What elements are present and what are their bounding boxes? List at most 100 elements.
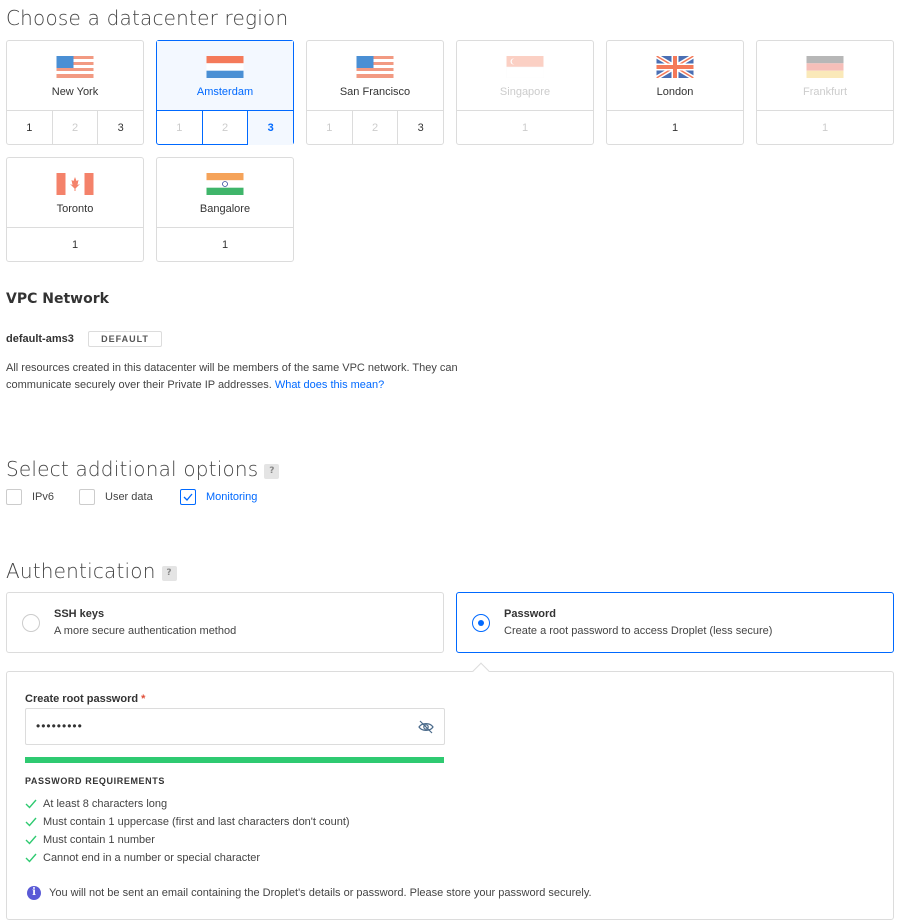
- dc-option: 1: [307, 111, 353, 145]
- in-flag-icon: [206, 173, 244, 195]
- ca-flag-icon: [56, 173, 94, 195]
- region-london[interactable]: London 1: [606, 40, 744, 145]
- requirement-text: Must contain 1 uppercase (first and last…: [43, 816, 350, 828]
- region-name: Amsterdam: [196, 86, 254, 98]
- region-header[interactable]: London: [607, 41, 743, 111]
- dc-option-selected[interactable]: 3: [248, 111, 294, 145]
- region-new-york[interactable]: New York 1 2 3: [6, 40, 144, 145]
- region-header[interactable]: Bangalore: [157, 158, 293, 228]
- password-strength-bar: [25, 757, 444, 763]
- password-label-text: Create root password: [25, 693, 139, 705]
- dc-option[interactable]: 1: [157, 111, 203, 145]
- region-header: Singapore: [457, 41, 593, 111]
- region-header[interactable]: San Francisco: [307, 41, 443, 111]
- dc-option: 2: [353, 111, 399, 145]
- option-monitoring[interactable]: Monitoring: [180, 489, 257, 505]
- requirement-item: Cannot end in a number or special charac…: [25, 849, 350, 867]
- auth-option-subtitle: A more secure authentication method: [54, 625, 237, 637]
- password-field[interactable]: •••••••••: [25, 708, 445, 745]
- password-info-note: i You will not be sent an email containi…: [27, 886, 592, 900]
- radio-button[interactable]: [22, 614, 40, 632]
- option-label: User data: [105, 491, 153, 503]
- region-header: Frankfurt: [757, 41, 893, 111]
- auth-option-title: SSH keys: [54, 608, 105, 620]
- us-flag-icon: [356, 56, 394, 78]
- auth-option-ssh-keys[interactable]: SSH keys A more secure authentication me…: [6, 592, 444, 653]
- region-name: Singapore: [499, 86, 551, 98]
- required-mark: *: [141, 693, 146, 705]
- requirement-text: At least 8 characters long: [43, 798, 168, 810]
- us-flag-icon: [56, 56, 94, 78]
- dc-option[interactable]: 3: [98, 111, 143, 145]
- datacenter-title: Choose a datacenter region: [6, 6, 289, 30]
- auth-option-password[interactable]: Password Create a root password to acces…: [456, 592, 894, 653]
- checkbox[interactable]: [6, 489, 22, 505]
- requirements-list: At least 8 characters long Must contain …: [25, 795, 350, 867]
- dc-option[interactable]: 1: [607, 111, 743, 145]
- dc-option[interactable]: 3: [398, 111, 443, 145]
- default-badge: DEFAULT: [88, 331, 162, 347]
- requirement-text: Must contain 1 number: [43, 834, 155, 846]
- region-name: Frankfurt: [802, 86, 847, 98]
- de-flag-icon: [806, 56, 844, 78]
- region-san-francisco[interactable]: San Francisco 1 2 3: [306, 40, 444, 145]
- help-icon[interactable]: ?: [161, 566, 177, 581]
- auth-option-subtitle: Create a root password to access Droplet…: [504, 625, 773, 637]
- option-label: IPv6: [32, 491, 55, 503]
- auth-title-text: Authentication: [6, 559, 156, 583]
- option-label: Monitoring: [206, 491, 258, 503]
- dc-option: 2: [53, 111, 99, 145]
- requirement-item: Must contain 1 uppercase (first and last…: [25, 813, 350, 831]
- region-name: New York: [51, 86, 99, 98]
- help-icon[interactable]: ?: [264, 464, 280, 479]
- auth-title: Authentication?: [6, 559, 177, 583]
- region-singapore: Singapore 1: [456, 40, 594, 145]
- region-name: Toronto: [56, 203, 94, 215]
- vpc-description-text: All resources created in this datacenter…: [6, 362, 458, 391]
- options-title-text: Select additional options: [6, 457, 259, 481]
- vpc-description: All resources created in this datacenter…: [6, 360, 506, 394]
- region-amsterdam[interactable]: Amsterdam 1 2 3: [156, 40, 294, 145]
- checkbox[interactable]: [79, 489, 95, 505]
- option-ipv6[interactable]: IPv6: [6, 489, 54, 505]
- requirement-text: Cannot end in a number or special charac…: [43, 852, 261, 864]
- vpc-title: VPC Network: [6, 291, 109, 307]
- vpc-network-name: default-ams3: [6, 333, 74, 345]
- eye-slash-icon[interactable]: [418, 720, 434, 734]
- dc-option[interactable]: 1: [7, 111, 53, 145]
- check-icon: [25, 817, 37, 827]
- password-label: Create root password *: [25, 693, 145, 705]
- region-toronto[interactable]: Toronto 1: [6, 157, 144, 262]
- dc-option[interactable]: 2: [203, 111, 249, 145]
- check-icon: [25, 799, 37, 809]
- dc-option: 1: [821, 122, 829, 134]
- region-header[interactable]: New York: [7, 41, 143, 111]
- radio-button-selected[interactable]: [472, 614, 490, 632]
- check-icon: [183, 493, 193, 501]
- option-user-data[interactable]: User data: [79, 489, 153, 505]
- dc-option[interactable]: 1: [7, 228, 143, 262]
- dc-option: 1: [521, 122, 529, 134]
- requirement-item: At least 8 characters long: [25, 795, 350, 813]
- region-name: Bangalore: [199, 203, 251, 215]
- auth-option-title: Password: [504, 608, 556, 620]
- info-icon: i: [27, 886, 41, 900]
- check-icon: [25, 853, 37, 863]
- region-header[interactable]: Toronto: [7, 158, 143, 228]
- region-frankfurt: Frankfurt 1: [756, 40, 894, 145]
- info-text: You will not be sent an email containing…: [49, 887, 592, 899]
- check-icon: [25, 835, 37, 845]
- sg-flag-icon: [506, 56, 544, 78]
- checkbox-checked[interactable]: [180, 489, 196, 505]
- region-name: London: [656, 86, 694, 98]
- region-name: San Francisco: [339, 86, 411, 98]
- password-value[interactable]: •••••••••: [36, 719, 83, 733]
- requirement-item: Must contain 1 number: [25, 831, 350, 849]
- region-bangalore[interactable]: Bangalore 1: [156, 157, 294, 262]
- uk-flag-icon: [656, 56, 694, 78]
- options-title: Select additional options?: [6, 457, 280, 481]
- dc-option[interactable]: 1: [157, 228, 293, 262]
- vpc-help-link[interactable]: What does this mean?: [275, 379, 384, 391]
- nl-flag-icon: [206, 56, 244, 78]
- region-header[interactable]: Amsterdam: [157, 41, 293, 111]
